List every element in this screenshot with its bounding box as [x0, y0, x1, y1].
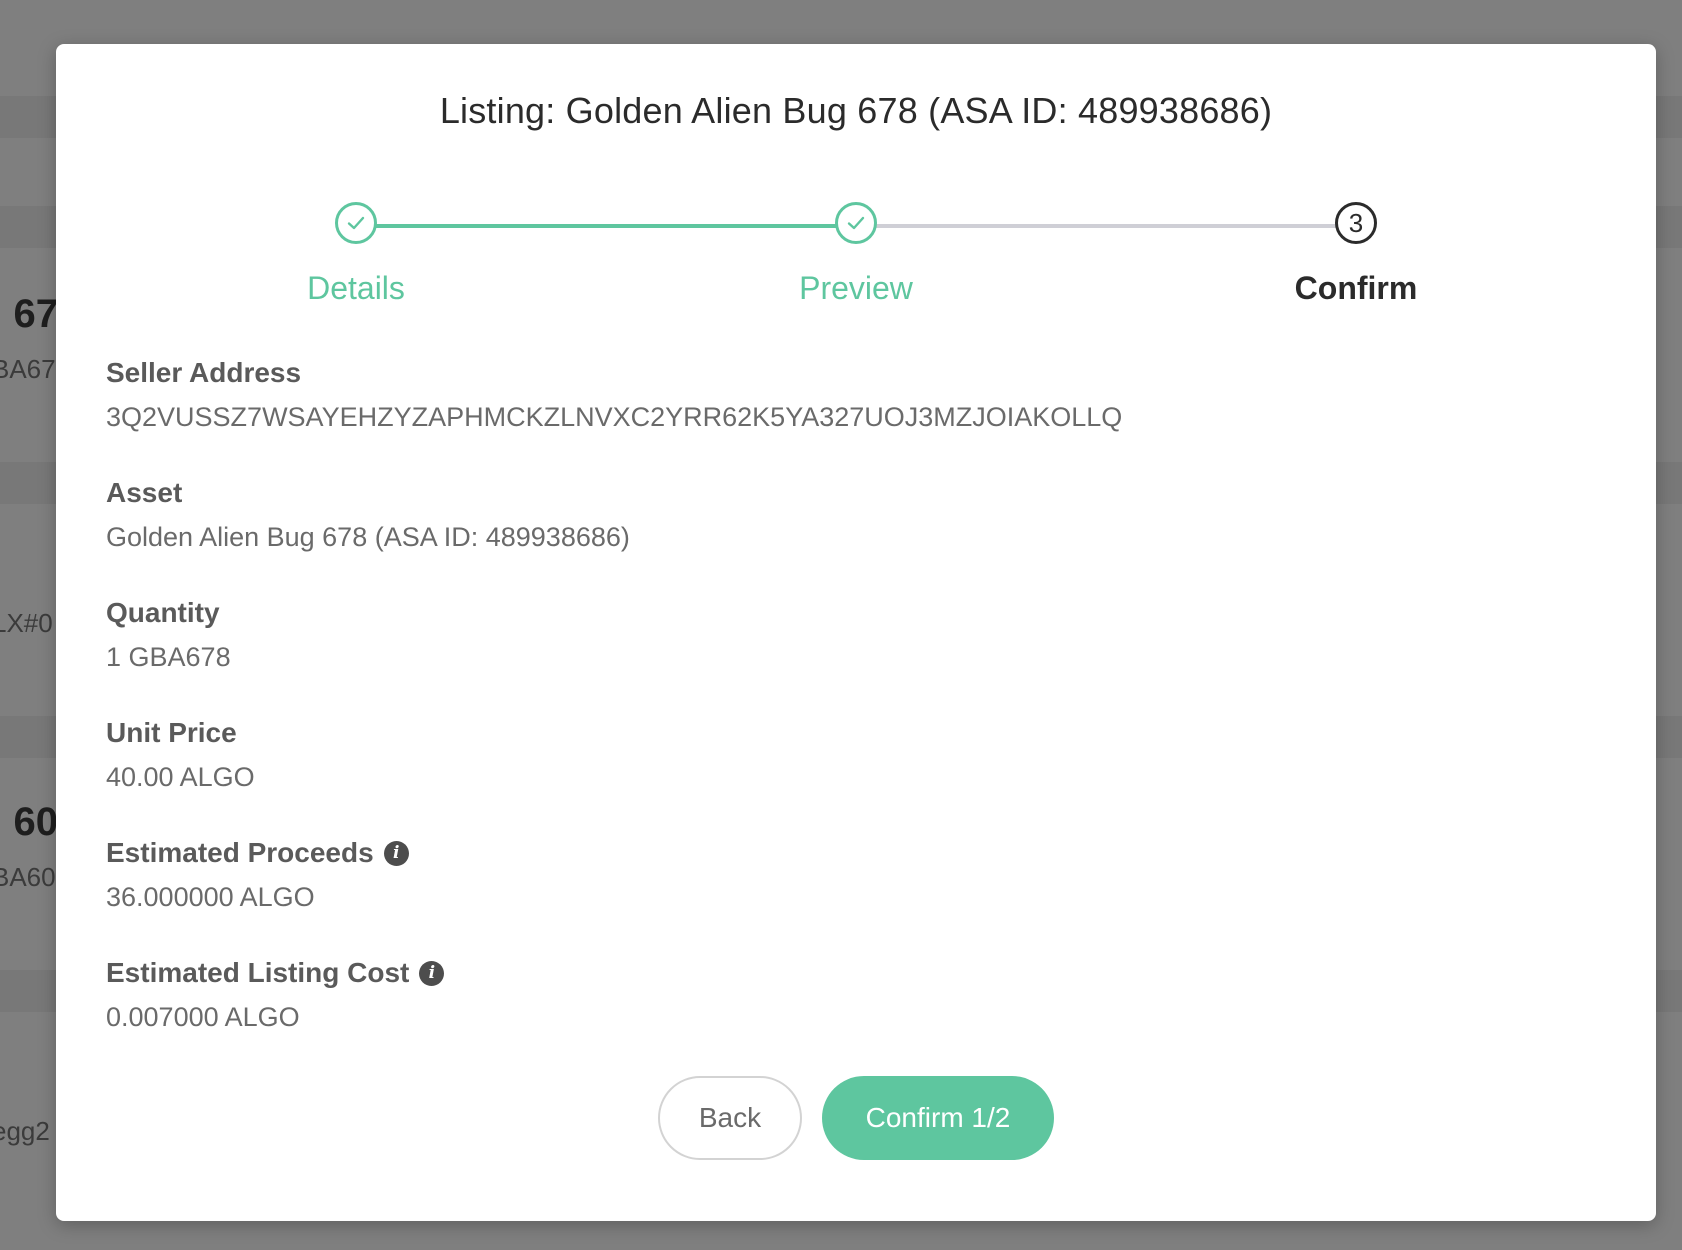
field-label-row: Estimated Proceeds i: [106, 836, 1606, 870]
background-card-subtitle: egg2: [0, 1116, 50, 1146]
field-label: Asset: [106, 477, 183, 508]
step-preview-label: Preview: [799, 270, 913, 306]
asset-value: Golden Alien Bug 678 (ASA ID: 489938686): [106, 522, 630, 552]
field-label: Estimated Proceeds: [106, 837, 374, 868]
step-confirm-label: Confirm: [1294, 270, 1418, 306]
estimated-listing-cost-value: 0.007000 ALGO: [106, 1002, 300, 1032]
quantity-field: Quantity 1 GBA678: [106, 596, 1606, 674]
seller-address-field: Seller Address 3Q2VUSSZ7WSAYEHZYZAPHMCKZ…: [106, 356, 1606, 434]
confirm-button[interactable]: Confirm 1/2: [822, 1076, 1054, 1160]
unit-price-field: Unit Price 40.00 ALGO: [106, 716, 1606, 794]
estimated-listing-cost-field: Estimated Listing Cost i 0.007000 ALGO: [106, 956, 1606, 1034]
background-card-subtitle: LX#0: [0, 608, 53, 638]
background-card-subtitle: BA60: [0, 862, 56, 892]
step-confirm-indicator: 3: [1335, 202, 1377, 244]
check-icon: [847, 216, 865, 230]
background-card-title: g 60: [0, 800, 59, 844]
field-label: Estimated Listing Cost: [106, 957, 410, 988]
seller-address-value: 3Q2VUSSZ7WSAYEHZYZAPHMCKZLNVXC2YRR62K5YA…: [106, 402, 1123, 432]
background-card-subtitle: BA67: [0, 354, 56, 384]
field-label: Unit Price: [106, 717, 237, 748]
step-preview-indicator: [835, 202, 877, 244]
stepper-progress-complete: [356, 224, 856, 228]
step-details-indicator: [335, 202, 377, 244]
field-label: Quantity: [106, 597, 220, 628]
estimated-proceeds-field: Estimated Proceeds i 36.000000 ALGO: [106, 836, 1606, 914]
estimated-proceeds-value: 36.000000 ALGO: [106, 882, 315, 912]
back-button[interactable]: Back: [658, 1076, 802, 1160]
asset-field: Asset Golden Alien Bug 678 (ASA ID: 4899…: [106, 476, 1606, 554]
info-icon[interactable]: i: [383, 840, 409, 866]
quantity-value: 1 GBA678: [106, 642, 231, 672]
step-number: 3: [1348, 207, 1364, 238]
background-card-title: g 67: [0, 292, 59, 336]
step-details-label: Details: [307, 270, 405, 306]
field-label: Seller Address: [106, 357, 302, 388]
field-label-row: Estimated Listing Cost i: [106, 956, 1606, 990]
check-icon: [347, 216, 365, 230]
stepper-progress-remaining: [856, 224, 1356, 228]
unit-price-value: 40.00 ALGO: [106, 762, 255, 792]
modal-title: Listing: Golden Alien Bug 678 (ASA ID: 4…: [439, 90, 1273, 131]
listing-modal: Listing: Golden Alien Bug 678 (ASA ID: 4…: [56, 44, 1656, 1221]
info-icon[interactable]: i: [419, 960, 445, 986]
